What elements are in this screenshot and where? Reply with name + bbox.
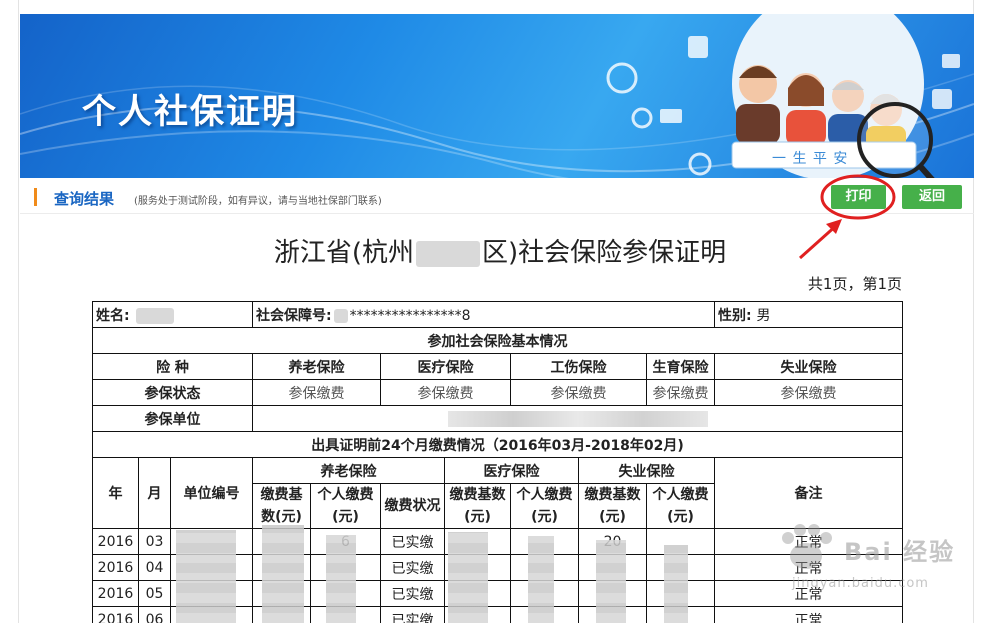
status-value: 参保缴费 xyxy=(252,379,381,406)
banner-badge: 一 生 平 安 xyxy=(772,151,849,167)
remark-cell: 正常 xyxy=(714,580,904,607)
redaction-mosaic xyxy=(596,540,626,623)
unit-row: 参保单位 xyxy=(92,405,904,432)
insurance-type-label: 险 种 xyxy=(92,353,253,380)
subheader: 个人缴费(元) xyxy=(310,483,381,529)
accent-bar xyxy=(34,188,37,206)
insurance-type: 生育保险 xyxy=(645,353,716,380)
month-cell: 06 xyxy=(138,606,171,623)
redacted-name xyxy=(135,307,174,324)
payment-group: 养老保险 xyxy=(252,457,445,484)
year-cell: 2016 xyxy=(92,528,139,555)
result-note: (服务处于测试阶段，如有异议，请与当地社保部门联系) xyxy=(134,196,382,207)
year-header: 年 xyxy=(92,457,139,529)
month-cell: 04 xyxy=(138,554,171,581)
search-icon xyxy=(631,107,653,129)
pension-status-cell: 已实缴 xyxy=(380,554,445,581)
subheader: 个人缴费(元) xyxy=(510,483,579,529)
subheader: 个人缴费(元) xyxy=(645,483,716,529)
redaction-mosaic xyxy=(176,530,236,623)
name-cell: 姓名: xyxy=(92,301,253,328)
banner: 个人社保证明 一 生 平 安 xyxy=(20,14,974,178)
gear-icon xyxy=(688,152,712,176)
subheader: 缴费基数(元) xyxy=(444,483,511,529)
insurance-type-row: 险 种 养老保险 医疗保险 工伤保险 生育保险 失业保险 xyxy=(92,353,904,380)
medical-cross-icon xyxy=(932,89,952,109)
subheader: 缴费状况 xyxy=(380,483,445,529)
month-cell: 03 xyxy=(138,528,171,555)
year-cell: 2016 xyxy=(92,606,139,623)
pension-status-cell: 已实缴 xyxy=(380,528,445,555)
print-button[interactable]: 打印 xyxy=(831,185,886,209)
result-title: 查询结果 xyxy=(54,190,115,208)
insurance-type: 失业保险 xyxy=(714,353,904,380)
period-heading: 出具证明前24个月缴费情况（2016年03月-2018年02月) xyxy=(91,431,904,458)
remark-cell: 正常 xyxy=(714,606,904,623)
insurance-type: 医疗保险 xyxy=(380,353,511,380)
gender-cell: 性别: 男 xyxy=(714,301,904,328)
payment-group: 失业保险 xyxy=(577,457,716,484)
redaction-mosaic xyxy=(448,532,488,623)
page-info: 共1页，第1页 xyxy=(807,275,902,293)
basic-info-heading: 参加社会保险基本情况 xyxy=(91,327,904,354)
insurance-type: 养老保险 xyxy=(252,353,381,380)
redacted-unit xyxy=(447,410,708,427)
remark-cell: 正常 xyxy=(714,528,904,555)
redaction-mosaic xyxy=(262,525,304,623)
remark-cell: 正常 xyxy=(714,554,904,581)
pension-status-cell: 已实缴 xyxy=(380,580,445,607)
subheader: 缴费基数(元) xyxy=(578,483,647,529)
magnifier-icon xyxy=(857,102,933,178)
status-value: 参保缴费 xyxy=(380,379,511,406)
globe-icon xyxy=(606,62,638,94)
status-label: 参保状态 xyxy=(92,379,253,406)
clipboard-icon xyxy=(688,36,708,58)
payment-group: 医疗保险 xyxy=(444,457,579,484)
status-value: 参保缴费 xyxy=(645,379,716,406)
graduation-icon xyxy=(942,54,960,68)
redacted-ssn-prefix xyxy=(333,308,348,323)
card-icon xyxy=(660,109,682,123)
banner-title: 个人社保证明 xyxy=(82,92,298,132)
status-value: 参保缴费 xyxy=(510,379,647,406)
pension-status-cell: 已实缴 xyxy=(380,606,445,623)
identity-row: 姓名: 社会保障号: ****************8 性别: 男 xyxy=(92,301,904,328)
back-button[interactable]: 返回 xyxy=(902,185,962,209)
unit-no-header: 单位编号 xyxy=(170,457,253,529)
status-value: 参保缴费 xyxy=(714,379,904,406)
redaction-mosaic xyxy=(664,545,688,623)
subheader: 缴费基数(元) xyxy=(252,483,311,529)
redaction-mosaic xyxy=(528,536,554,623)
unit-value xyxy=(251,405,904,432)
month-header: 月 xyxy=(138,457,171,529)
month-cell: 05 xyxy=(138,580,171,607)
payment-group-row: 年 月 单位编号 养老保险 医疗保险 失业保险 备注 xyxy=(92,457,904,529)
document-title: 浙江省(杭州 区)社会保险参保证明 xyxy=(273,238,727,268)
insurance-type: 工伤保险 xyxy=(510,353,647,380)
year-cell: 2016 xyxy=(92,554,139,581)
unit-label: 参保单位 xyxy=(92,405,253,432)
ssn-cell: 社会保障号: ****************8 xyxy=(251,301,716,328)
redacted-district xyxy=(416,240,480,267)
remarks-header: 备注 xyxy=(714,457,904,529)
status-row: 参保状态 参保缴费 参保缴费 参保缴费 参保缴费 参保缴费 xyxy=(92,379,904,406)
year-cell: 2016 xyxy=(92,580,139,607)
redaction-mosaic xyxy=(326,535,356,623)
